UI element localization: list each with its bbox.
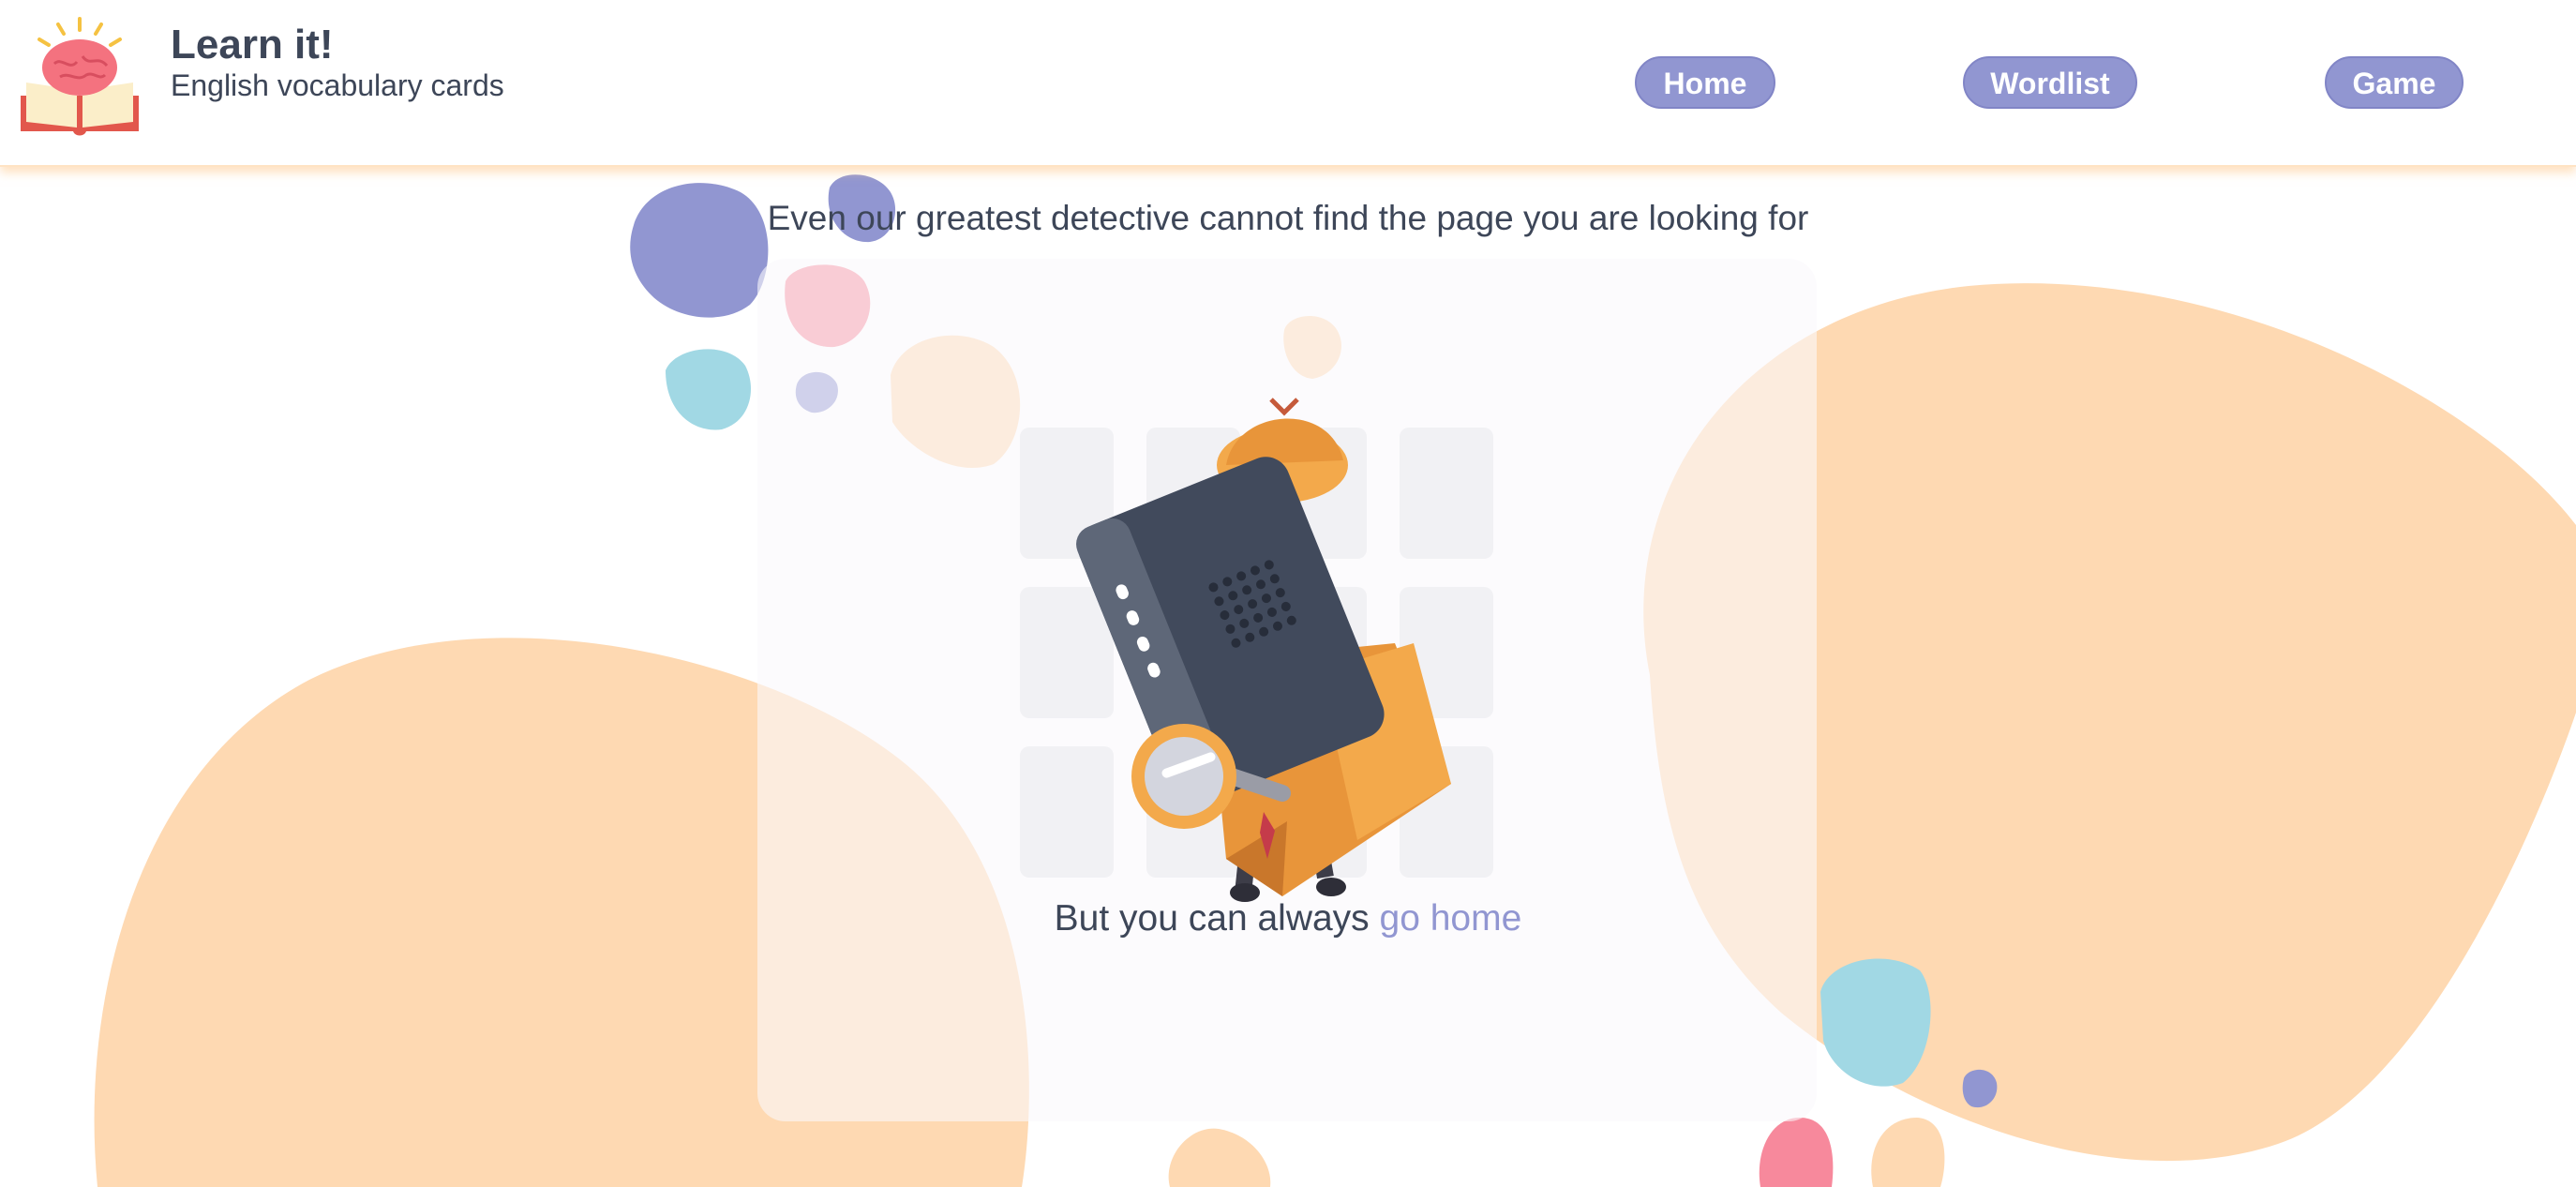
page: Learn it! English vocabulary cards Home … <box>0 0 2576 1187</box>
site-header: Learn it! English vocabulary cards Home … <box>0 0 2576 167</box>
blob-cyan-left <box>666 349 752 430</box>
detective-computer-illustration <box>757 259 1817 1121</box>
blob-peach-bottom-right <box>1871 1118 1945 1187</box>
nav-home-button[interactable]: Home <box>1635 56 1775 109</box>
blob-pink-bottom <box>1759 1118 1834 1187</box>
nav-game-button[interactable]: Game <box>2325 56 2464 109</box>
brand-title: Learn it! <box>171 22 334 68</box>
brand-subtitle: English vocabulary cards <box>171 68 504 102</box>
brain-book-icon[interactable] <box>17 15 142 143</box>
nav-wordlist-button[interactable]: Wordlist <box>1963 56 2137 109</box>
blob-peach-bottom-center <box>1168 1128 1271 1187</box>
go-home-prompt: But you can always go home <box>0 898 2576 939</box>
blob-cyan-right <box>1820 958 1931 1087</box>
not-found-message: Even our greatest detective cannot find … <box>767 199 1809 237</box>
go-home-link[interactable]: go home <box>1380 898 1522 939</box>
go-home-prefix: But you can always <box>1054 898 1380 939</box>
